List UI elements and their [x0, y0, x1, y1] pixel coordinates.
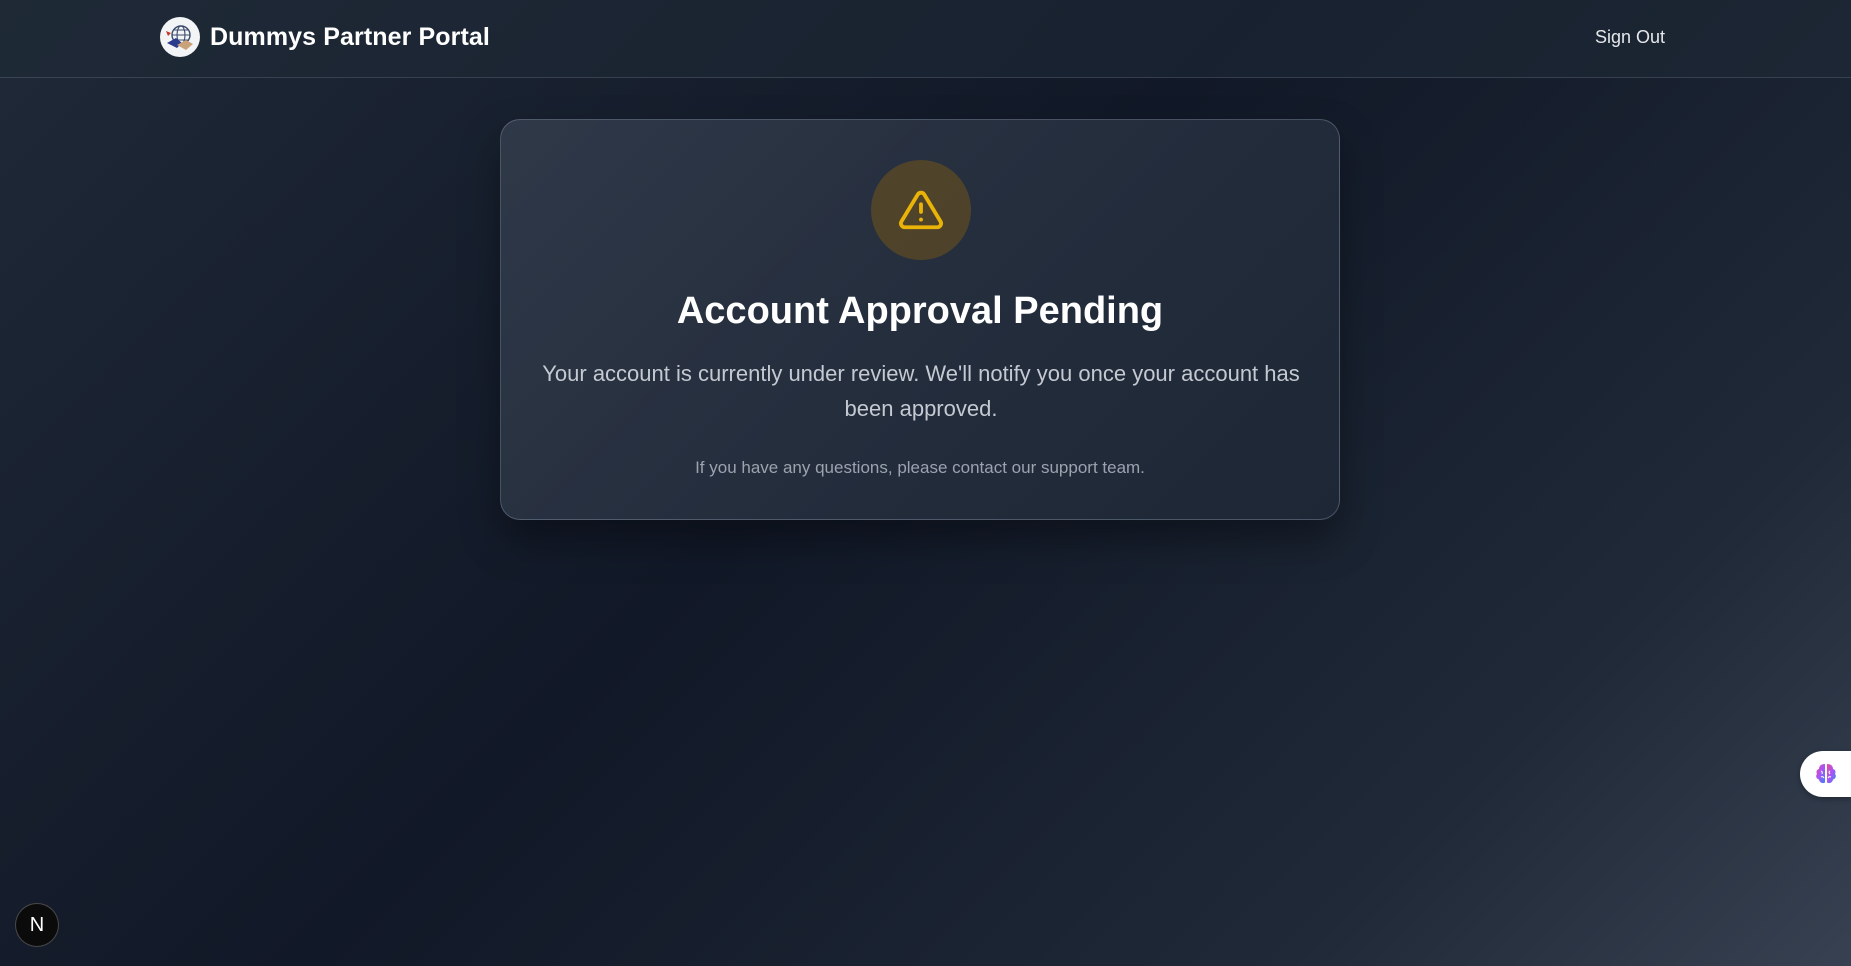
warning-triangle-icon [899, 190, 943, 230]
sign-out-button[interactable]: Sign Out [1595, 27, 1665, 48]
assistant-widget-button[interactable] [1800, 751, 1851, 797]
dev-badge-label: N [29, 913, 45, 936]
dev-tools-badge[interactable]: N [15, 903, 59, 947]
brand-title: Dummys Partner Portal [210, 22, 490, 51]
top-navigation-bar: Dummys Partner Portal Sign Out [0, 0, 1851, 78]
brain-icon [1815, 764, 1836, 784]
brand[interactable]: Dummys Partner Portal [160, 17, 490, 57]
support-note: If you have any questions, please contac… [695, 458, 1145, 477]
approval-pending-card: Account Approval Pending Your account is… [500, 119, 1340, 520]
page-title: Account Approval Pending [676, 290, 1164, 332]
globe-handshake-logo-icon [160, 17, 200, 57]
warning-icon-container [871, 160, 971, 260]
status-message: Your account is currently under review. … [542, 361, 1300, 421]
